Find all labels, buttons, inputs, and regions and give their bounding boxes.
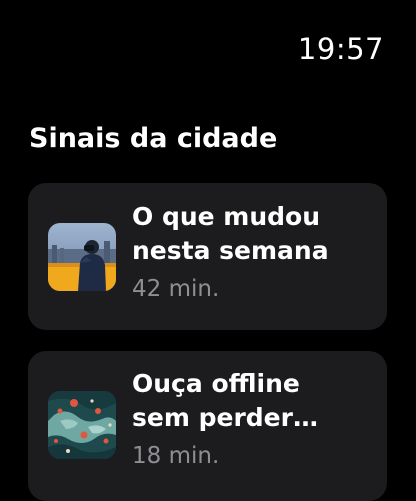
section-title: Sinais da cidade xyxy=(29,123,278,154)
person-with-binoculars-image xyxy=(48,223,116,291)
episode-card[interactable]: Ouça offline sem perder… 18 min. xyxy=(28,351,387,501)
episode-text: Ouça offline sem perder… 18 min. xyxy=(132,367,372,470)
episode-title-line-1: Ouça offline xyxy=(132,369,300,398)
episode-thumbnail xyxy=(48,391,116,459)
map-collage-image xyxy=(48,391,116,459)
episode-title-line-2: sem perder… xyxy=(132,403,318,432)
episode-card[interactable]: O que mudou nesta semana 42 min. xyxy=(28,183,387,330)
episode-title-line-1: O que mudou xyxy=(132,202,321,231)
episode-thumbnail xyxy=(48,223,116,291)
episode-duration: 42 min. xyxy=(132,276,220,302)
status-time: 19:57 xyxy=(297,32,384,66)
episode-text: O que mudou nesta semana 42 min. xyxy=(132,200,372,303)
episode-title-line-2: nesta semana xyxy=(132,236,329,265)
episode-duration: 18 min. xyxy=(132,443,220,469)
